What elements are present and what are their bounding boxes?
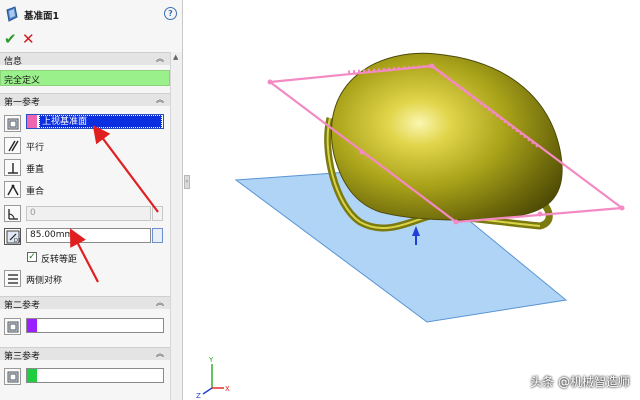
property-manager-panel: 基准面1 ? ✔ ✕ 信息 ︽ 完全定义 第一参考 ︽ 上视基准面 平行 垂直 … [0,0,183,400]
section-label-second-reference: 第二参考 [4,301,41,311]
third-reference-selection[interactable] [26,368,164,383]
coincident-icon[interactable] [4,181,21,198]
second-reference-selection[interactable] [26,318,164,333]
feature-plane-icon [6,6,18,22]
angle-icon[interactable] [4,205,21,222]
section-header-info[interactable]: 信息 ︽ [0,52,170,67]
plane-select-icon [4,318,21,335]
chevron-up-icon[interactable]: ︽ [156,297,164,308]
svg-text:D1: D1 [14,238,20,244]
section-label-third-reference: 第三参考 [4,352,41,362]
section-header-third-reference[interactable]: 第三参考 ︽ [0,347,170,362]
option-coincident-label[interactable]: 重合 [26,184,44,197]
parallel-icon[interactable] [4,137,21,154]
section-header-first-reference[interactable]: 第一参考 ︽ [0,93,170,108]
symmetric-label[interactable]: 两侧对称 [26,273,62,286]
first-reference-color-chip [27,115,37,128]
section-header-second-reference[interactable]: 第二参考 ︽ [0,296,170,311]
section-label-first-reference: 第一参考 [4,98,41,108]
perpendicular-icon[interactable] [4,159,21,176]
panel-titlebar: 基准面1 ? [0,0,182,28]
svg-text:Y: Y [208,356,214,364]
option-perpendicular-label[interactable]: 垂直 [26,162,44,175]
offset-distance-input[interactable]: 85.00mm [26,228,151,243]
first-reference-value: 上视基准面 [39,115,162,128]
offset-distance-spinner[interactable] [152,228,163,243]
ok-cancel-row: ✔ ✕ [0,30,182,50]
reverse-offset-label[interactable]: 反转等距 [41,252,77,265]
status-text: 完全定义 [4,76,41,86]
triad-icon: Y X Z [196,356,230,400]
chevron-up-icon[interactable]: ︽ [156,94,164,105]
panel-scrollbar[interactable]: ▲ [170,52,182,400]
panel-collapse-handle[interactable]: › [184,175,190,189]
status-badge: 完全定义 [0,70,170,86]
chevron-up-icon[interactable]: ︽ [156,53,164,64]
section-label-info: 信息 [4,57,23,67]
svg-text:X: X [225,385,230,393]
reverse-offset-checkbox[interactable]: ✓ [27,252,37,262]
cancel-x-icon[interactable]: ✕ [22,30,35,48]
watermark: 头条 @机械智造师 [530,375,630,389]
plane-select-icon [4,115,21,132]
third-reference-color-chip [27,369,37,382]
plane-select-icon [4,368,21,385]
scroll-up-icon[interactable]: ▲ [173,53,178,61]
help-icon[interactable]: ? [164,7,177,20]
model-viewport[interactable]: Y X Z [184,0,640,400]
option-parallel-label[interactable]: 平行 [26,140,44,153]
angle-input[interactable]: 0 [26,206,151,221]
chevron-up-icon[interactable]: ︽ [156,348,164,359]
angle-spinner[interactable] [152,206,163,221]
symmetric-icon[interactable] [4,270,21,287]
svg-text:Z: Z [196,392,201,400]
graphics-area[interactable]: Y X Z 头条 @机械智造师 [184,0,640,400]
panel-title: 基准面1 [24,11,60,22]
offset-distance-icon[interactable]: D1 [4,228,21,245]
first-reference-selection[interactable]: 上视基准面 [26,114,164,129]
ok-check-icon[interactable]: ✔ [4,30,17,48]
second-reference-color-chip [27,319,37,332]
